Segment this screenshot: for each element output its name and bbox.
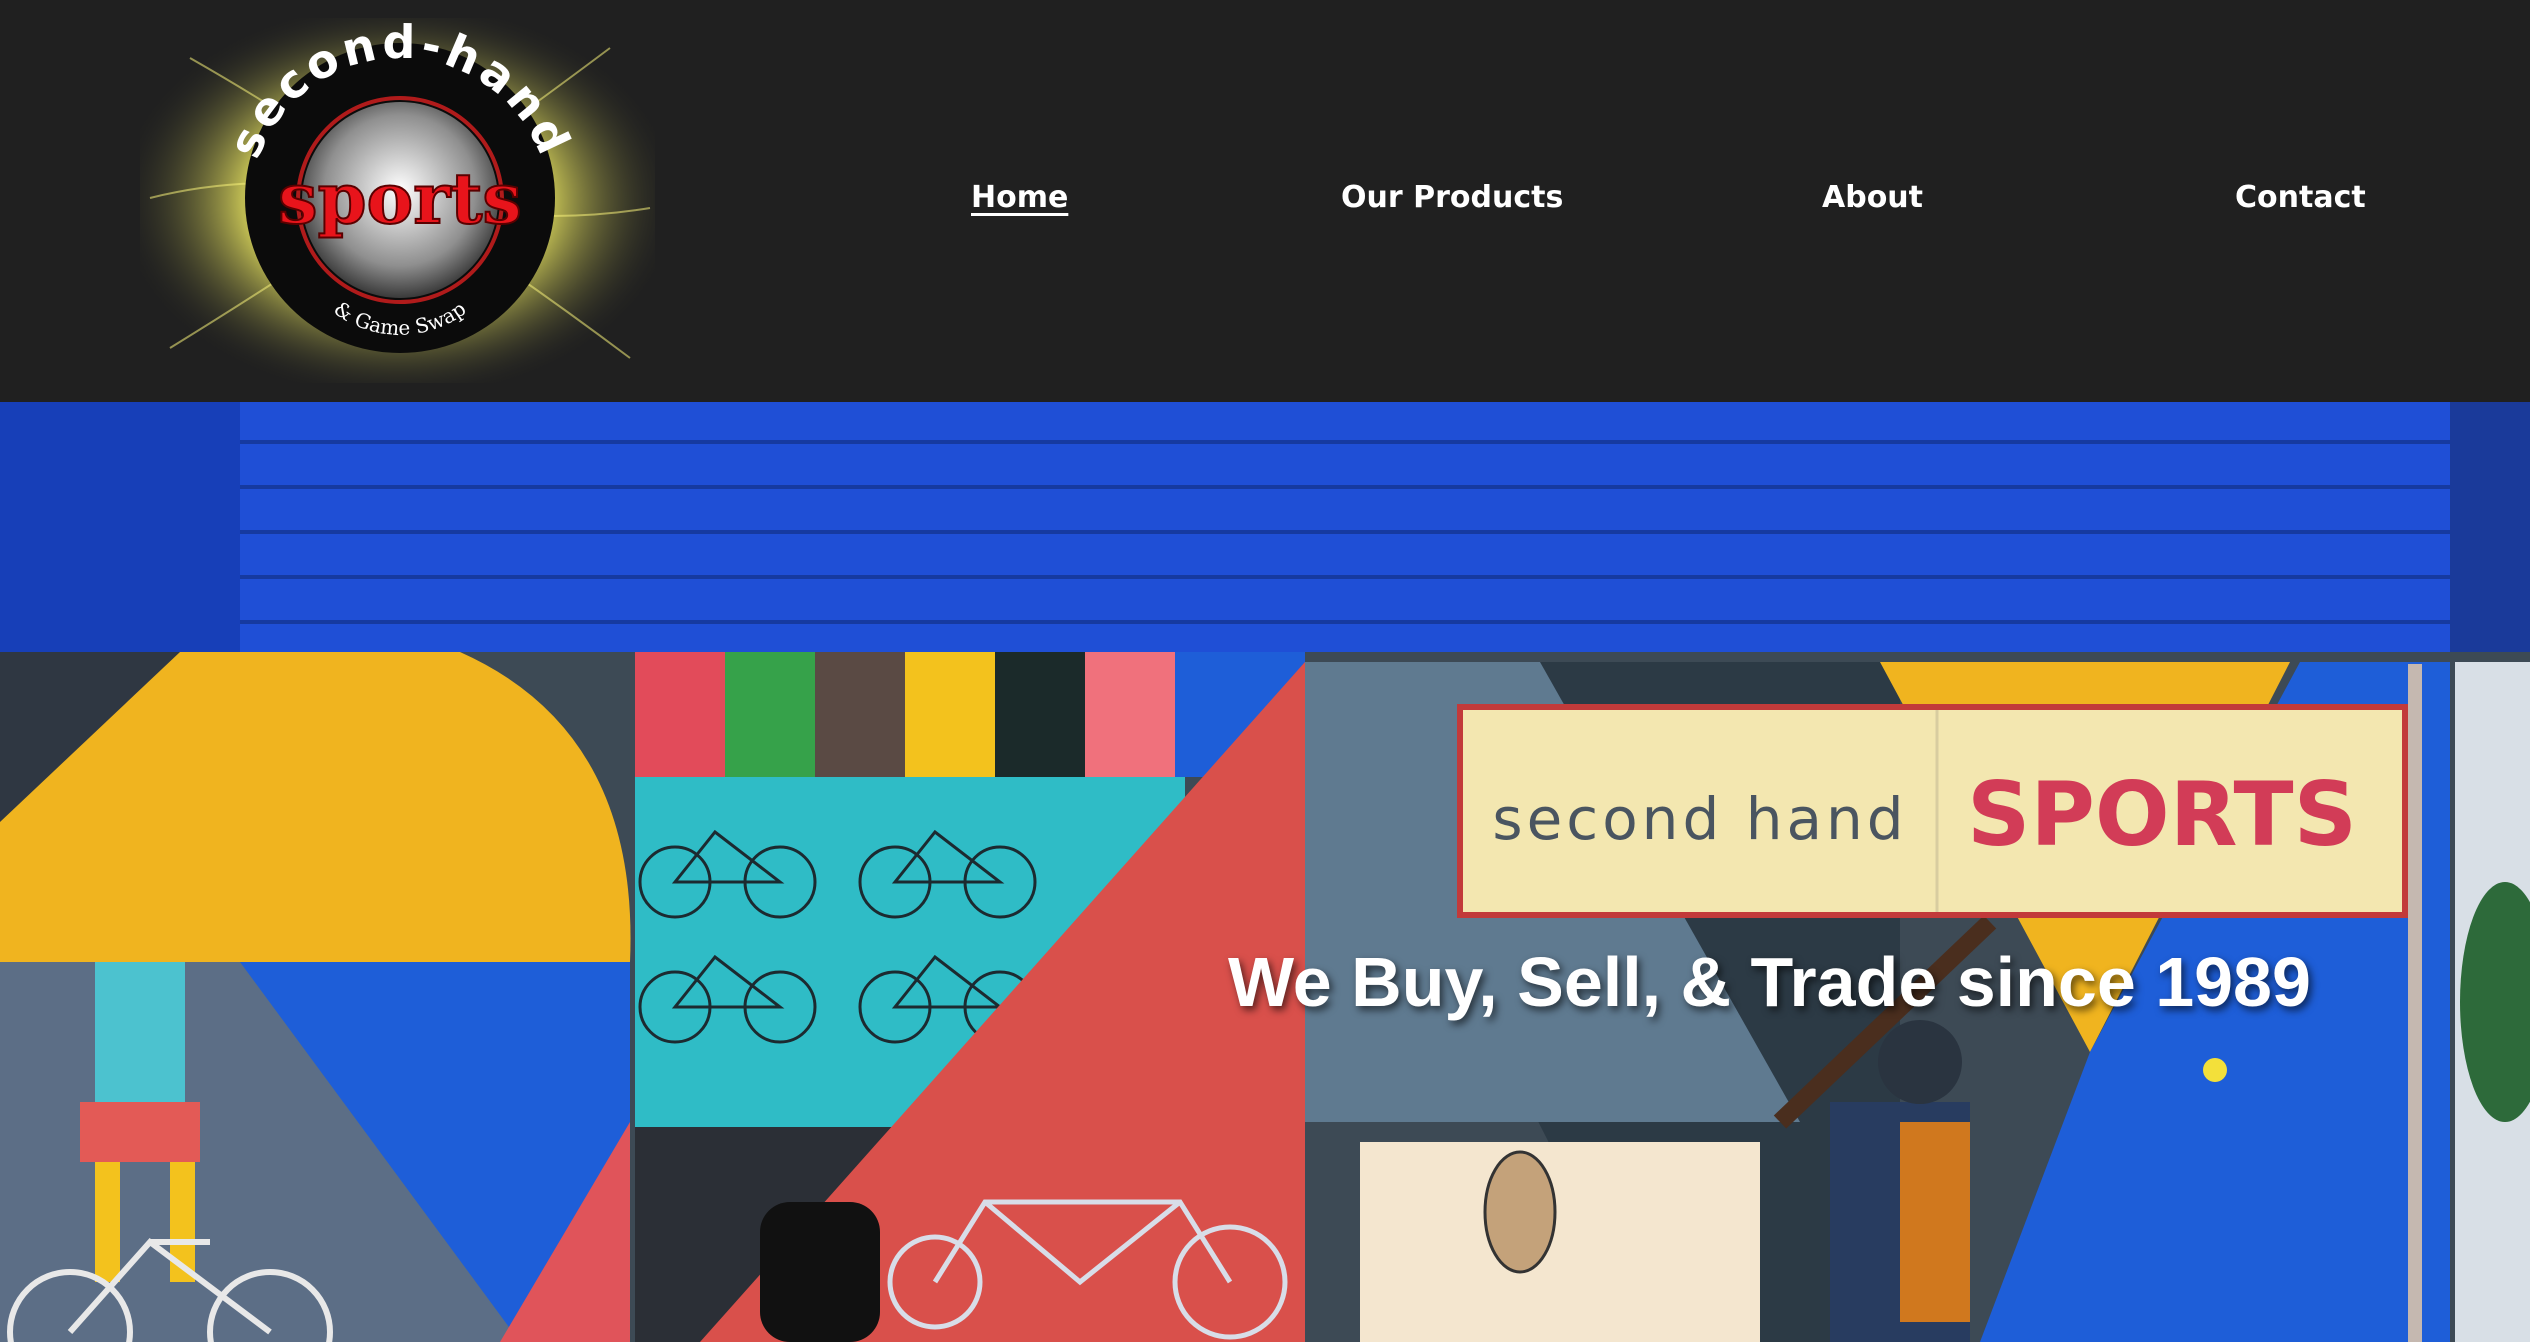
nav-about-link[interactable]: About bbox=[1822, 180, 1923, 215]
site-header: second-hand sports & Game Swap Home Our … bbox=[0, 0, 2530, 402]
hero-banner: second hand SPORTS We Buy, Sell, & Trade… bbox=[0, 402, 2530, 1342]
nav-home-link[interactable]: Home bbox=[971, 180, 1068, 215]
storefront-sign-left-text: second hand bbox=[1492, 785, 1907, 853]
storefront-sign-right-text: SPORTS bbox=[1967, 763, 2357, 866]
storefront-mural-image: second hand SPORTS bbox=[0, 402, 2530, 1342]
hero-tagline: We Buy, Sell, & Trade since 1989 bbox=[1228, 943, 2311, 1021]
nav-our-products-link[interactable]: Our Products bbox=[1341, 180, 1563, 215]
main-nav: Home Our Products About Contact bbox=[0, 180, 2530, 230]
nav-contact-link[interactable]: Contact bbox=[2235, 180, 2366, 215]
